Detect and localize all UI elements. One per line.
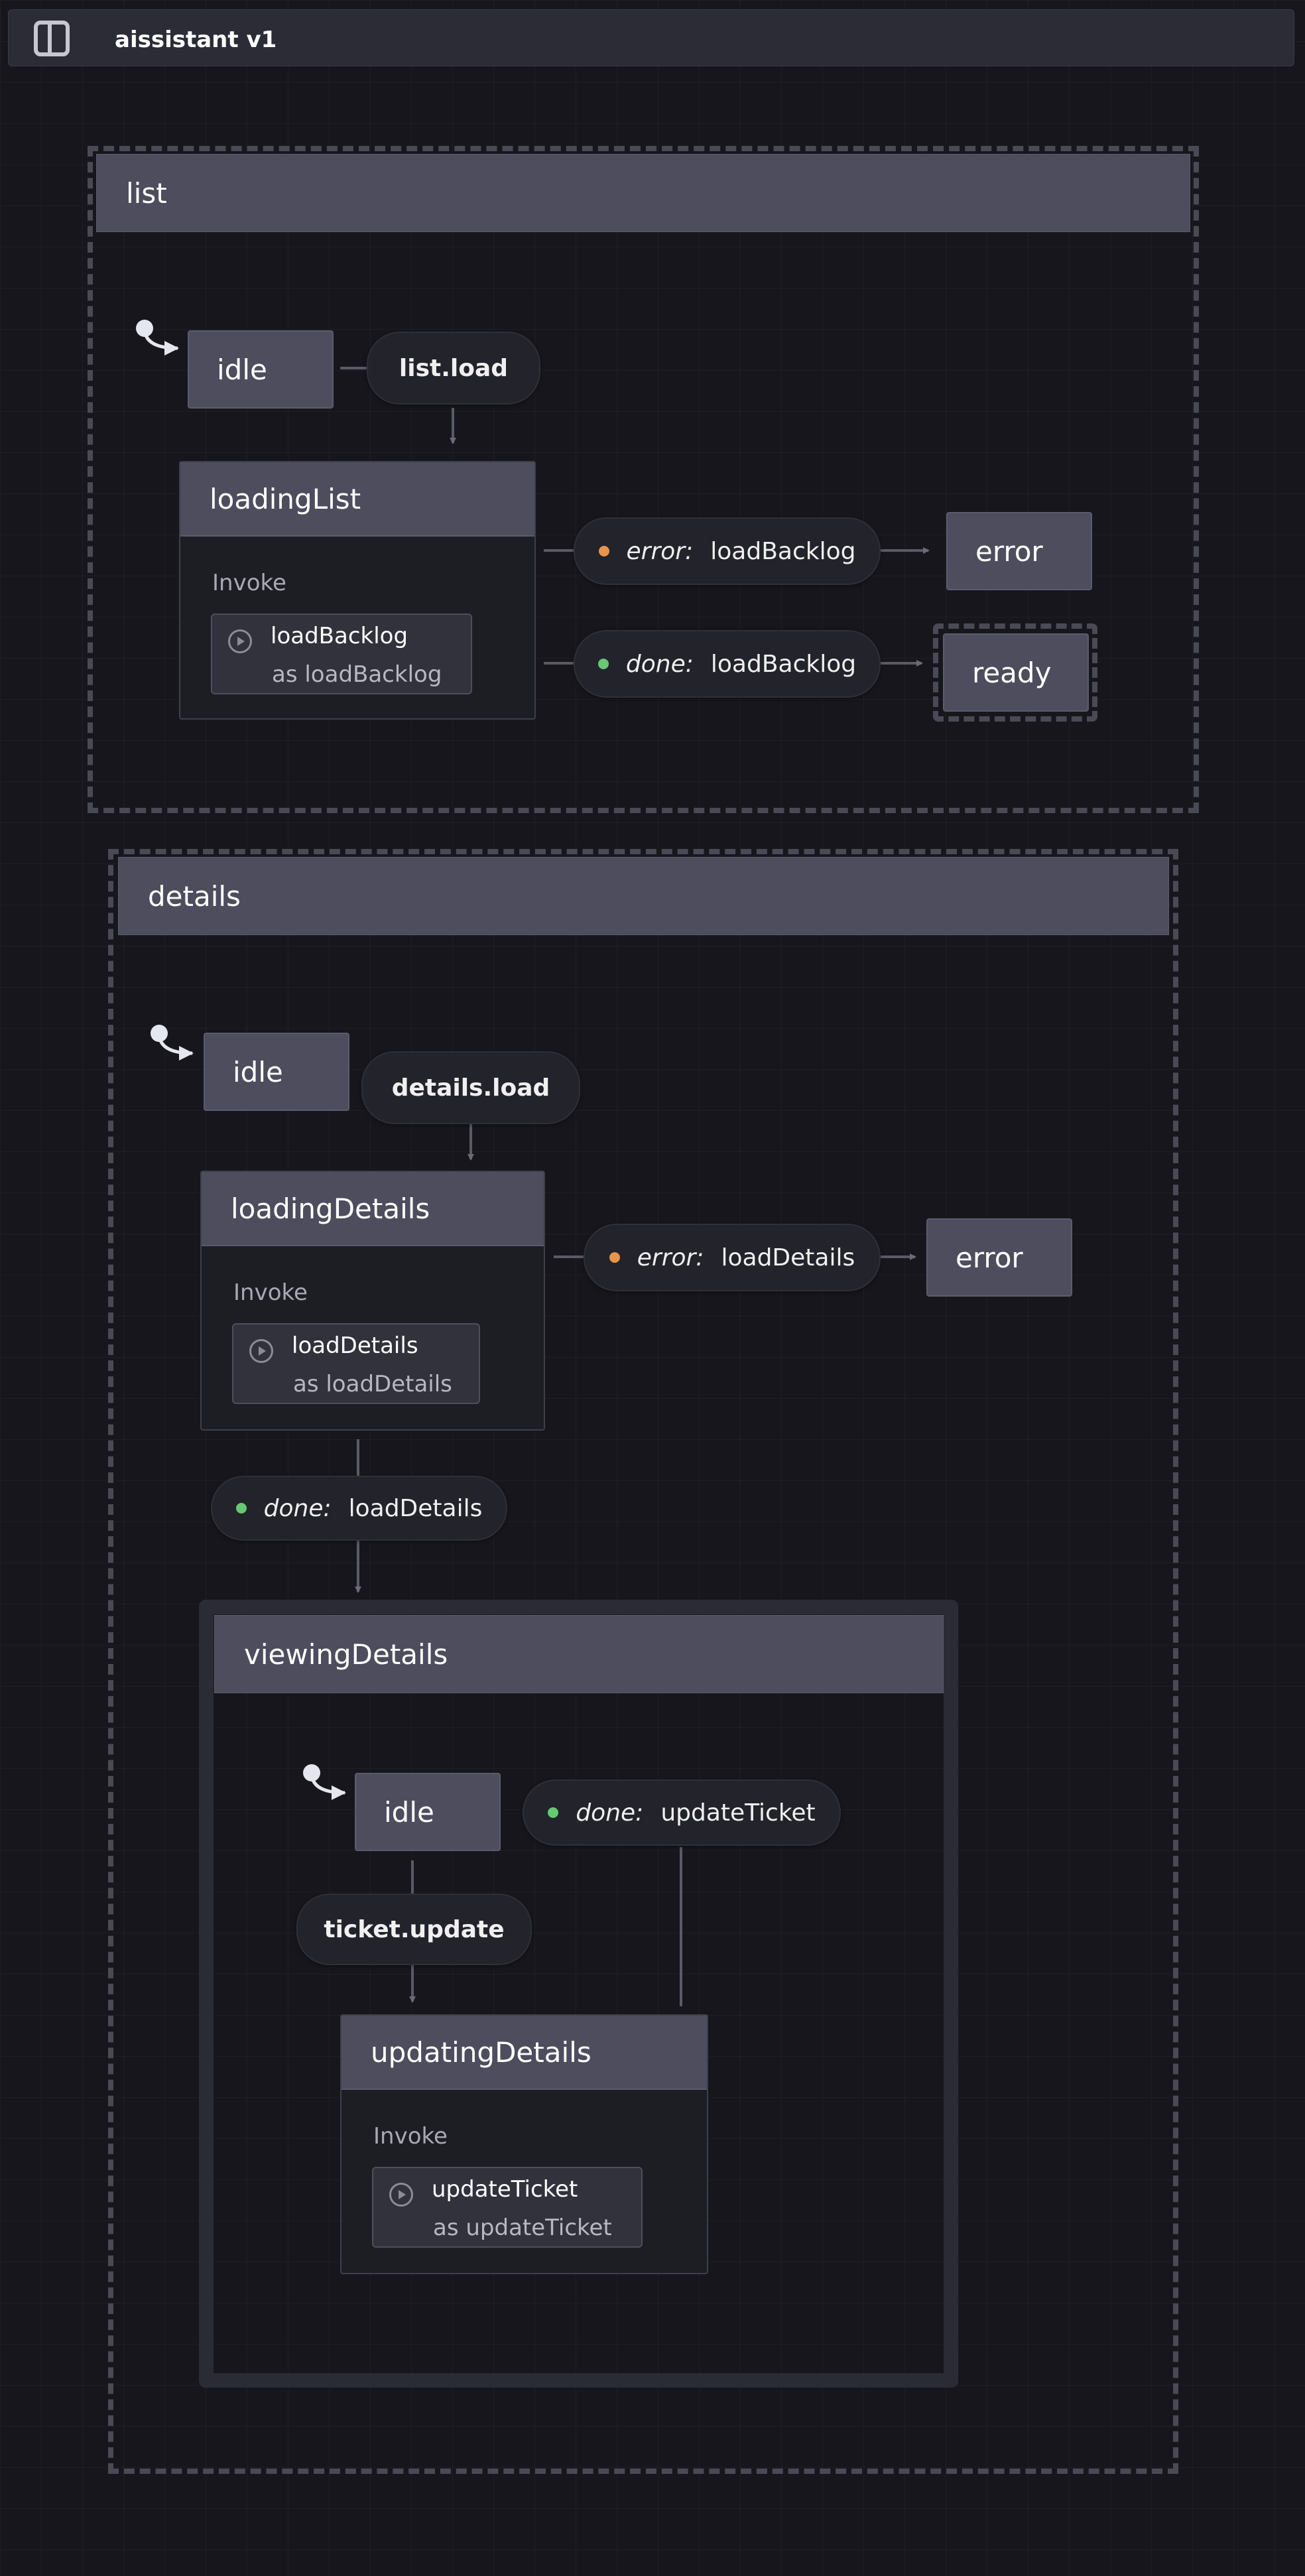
- transition-kind: error:: [626, 537, 694, 565]
- load-details-actor[interactable]: loadDetails as loadDetails: [232, 1323, 480, 1404]
- loading-details-title: loadingDetails: [202, 1172, 544, 1246]
- done-dot-icon: [597, 659, 609, 669]
- actor-name: loadDetails: [292, 1332, 418, 1359]
- play-icon: [228, 629, 252, 653]
- details-error-transition[interactable]: error: loadDetails: [584, 1224, 881, 1291]
- details-idle-state[interactable]: idle: [204, 1033, 349, 1111]
- details-header: details: [118, 857, 1169, 935]
- list-load-event[interactable]: list.load: [367, 332, 540, 405]
- transition-kind: done:: [263, 1494, 332, 1522]
- panel-divider: [48, 25, 52, 52]
- invoke-label: Invoke: [233, 1279, 308, 1306]
- details-done-transition[interactable]: done: loadDetails: [211, 1476, 507, 1541]
- actor-alias: as updateTicket: [433, 2215, 612, 2241]
- actor-name: loadBacklog: [271, 623, 408, 649]
- transition-name: loadBacklog: [710, 537, 856, 565]
- panel-toggle-icon[interactable]: [34, 21, 70, 56]
- update-ticket-actor[interactable]: updateTicket as updateTicket: [372, 2167, 643, 2248]
- updating-details-title: updatingDetails: [342, 2016, 707, 2090]
- loading-list-state[interactable]: loadingList Invoke loadBacklog as loadBa…: [179, 461, 536, 720]
- viewing-details-header: viewingDetails: [214, 1615, 944, 1693]
- load-backlog-actor[interactable]: loadBacklog as loadBacklog: [211, 613, 472, 694]
- list-done-transition[interactable]: done: loadBacklog: [574, 630, 881, 698]
- update-ticket-done-transition[interactable]: done: updateTicket: [523, 1779, 841, 1846]
- invoke-label: Invoke: [212, 570, 286, 596]
- actor-alias: as loadBacklog: [272, 661, 442, 688]
- app-title: aissistant v1: [115, 27, 277, 53]
- transition-kind: done:: [625, 650, 694, 678]
- transition-name: updateTicket: [660, 1799, 816, 1827]
- actor-alias: as loadDetails: [293, 1371, 452, 1397]
- transition-name: loadBacklog: [710, 650, 857, 678]
- ready-final-state[interactable]: ready: [943, 633, 1089, 712]
- error-dot-icon: [598, 546, 609, 556]
- done-dot-icon: [548, 1807, 559, 1818]
- details-error-state[interactable]: error: [926, 1218, 1072, 1297]
- transition-kind: error:: [637, 1244, 704, 1271]
- actor-name: updateTicket: [432, 2176, 578, 2203]
- error-dot-icon: [609, 1252, 620, 1263]
- done-dot-icon: [235, 1503, 247, 1513]
- top-bar: aissistant v1: [8, 9, 1294, 66]
- transition-name: loadDetails: [348, 1494, 483, 1522]
- transition-name: loadDetails: [721, 1244, 855, 1271]
- play-icon: [249, 1339, 273, 1363]
- loading-details-state[interactable]: loadingDetails Invoke loadDetails as loa…: [200, 1171, 545, 1431]
- invoke-label: Invoke: [373, 2123, 448, 2150]
- list-header: list: [96, 154, 1190, 232]
- list-idle-state[interactable]: idle: [188, 330, 334, 409]
- details-load-event[interactable]: details.load: [361, 1051, 580, 1124]
- updating-details-state[interactable]: updatingDetails Invoke updateTicket as u…: [340, 2014, 708, 2274]
- transition-kind: done:: [576, 1799, 644, 1827]
- viewing-idle-state[interactable]: idle: [355, 1773, 501, 1851]
- list-error-state[interactable]: error: [946, 512, 1092, 590]
- loading-list-title: loadingList: [180, 462, 534, 537]
- list-error-transition[interactable]: error: loadBacklog: [574, 517, 881, 585]
- ticket-update-event[interactable]: ticket.update: [296, 1894, 532, 1965]
- play-icon: [389, 2183, 413, 2207]
